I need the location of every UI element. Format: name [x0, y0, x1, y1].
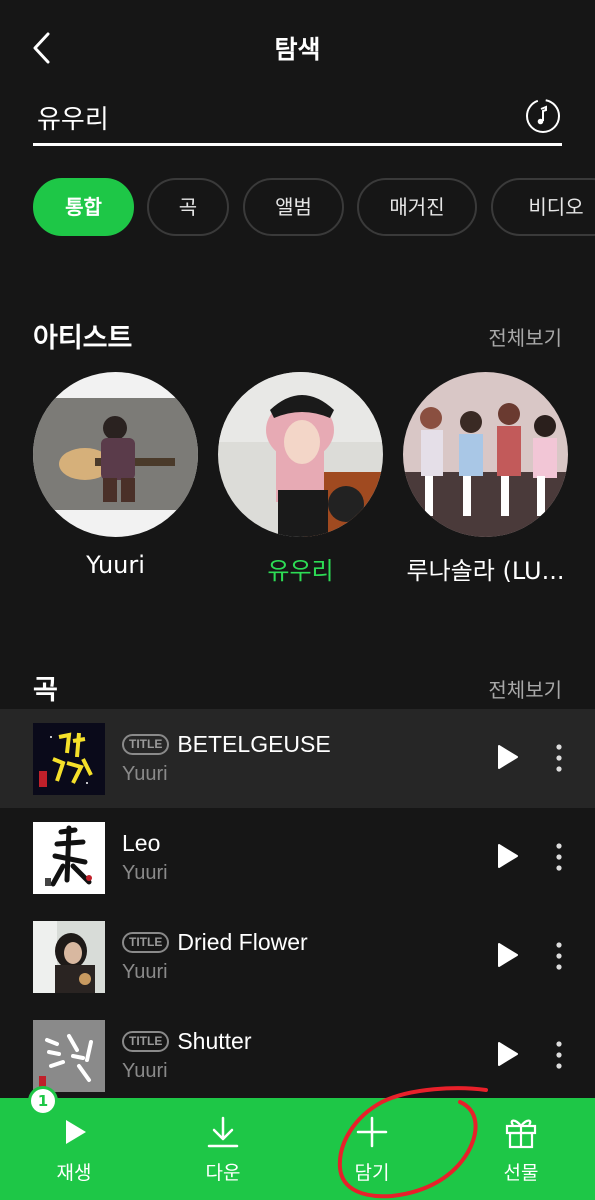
- search-bar: [33, 96, 562, 146]
- song-title: Leo: [122, 830, 161, 856]
- album-art: [33, 921, 105, 993]
- album-art: [33, 723, 105, 795]
- artist-name: 유우리: [267, 557, 334, 585]
- more-options-button[interactable]: [550, 1040, 568, 1070]
- artist-avatar: [403, 372, 568, 537]
- song-row[interactable]: TITLE Dried Flower Yuuri: [0, 907, 595, 1006]
- download-button[interactable]: 다운: [149, 1098, 297, 1200]
- play-button[interactable]: [496, 743, 520, 771]
- play-icon: [498, 943, 518, 967]
- song-title-line: TITLE BETELGEUSE: [122, 731, 331, 759]
- music-recognition-button[interactable]: [524, 97, 562, 135]
- header: 탐색: [0, 0, 595, 95]
- plus-icon: [356, 1116, 388, 1148]
- gift-icon: [505, 1119, 537, 1149]
- artists-section-title: 아티스트: [33, 323, 133, 354]
- artists-see-all-link[interactable]: 전체보기: [488, 322, 562, 351]
- song-artist: Yuuri: [122, 961, 168, 983]
- song-artist: Yuuri: [122, 1060, 168, 1082]
- bottom-bar-label: 선물: [503, 1162, 539, 1184]
- bottom-bar-label: 담기: [354, 1162, 390, 1184]
- bottom-action-bar: 재생 다운 담기 선물: [0, 1098, 595, 1200]
- song-artist: Yuuri: [122, 862, 168, 884]
- songs-see-all-link[interactable]: 전체보기: [488, 674, 562, 703]
- chip-all[interactable]: 통합: [33, 178, 134, 236]
- play-button[interactable]: [496, 1040, 520, 1068]
- gift-button[interactable]: 선물: [447, 1098, 595, 1200]
- artist-avatar: [218, 372, 383, 537]
- chip-video[interactable]: 비디오: [491, 178, 595, 236]
- song-row[interactable]: Leo Yuuri: [0, 808, 595, 907]
- bottom-bar-label: 다운: [205, 1162, 241, 1184]
- play-all-button[interactable]: 재생: [0, 1098, 148, 1200]
- artist-card-lunarsolar[interactable]: 루나솔라 (LU...: [403, 372, 568, 586]
- song-title: Shutter: [177, 1028, 252, 1054]
- title-badge: TITLE: [122, 932, 170, 953]
- more-options-button[interactable]: [550, 743, 568, 773]
- artist-card-yuuri[interactable]: Yuuri: [33, 372, 198, 579]
- artist-name: Yuuri: [86, 551, 145, 579]
- artist-name: 루나솔라 (LU...: [406, 557, 565, 585]
- selection-count-badge: 1: [28, 1086, 58, 1116]
- album-art: [33, 1020, 105, 1092]
- more-vertical-icon: [556, 744, 562, 772]
- song-title: Dried Flower: [177, 929, 308, 955]
- chip-songs[interactable]: 곡: [147, 178, 229, 236]
- artist-card-yuuri-kr[interactable]: 유우리: [218, 372, 383, 586]
- more-vertical-icon: [556, 1041, 562, 1069]
- chip-magazine[interactable]: 매거진: [357, 178, 477, 236]
- song-row[interactable]: TITLE BETELGEUSE Yuuri: [0, 709, 595, 808]
- bottom-bar-label: 재생: [56, 1162, 92, 1184]
- title-badge: TITLE: [122, 1031, 170, 1052]
- song-title: BETELGEUSE: [177, 731, 331, 757]
- song-row[interactable]: TITLE Shutter Yuuri: [0, 1006, 595, 1105]
- more-options-button[interactable]: [550, 941, 568, 971]
- artist-avatar: [33, 372, 198, 537]
- song-artist: Yuuri: [122, 763, 168, 785]
- play-button[interactable]: [496, 842, 520, 870]
- add-to-playlist-button[interactable]: 담기: [298, 1098, 446, 1200]
- more-vertical-icon: [556, 942, 562, 970]
- filter-chips: 통합 곡 앨범 매거진 비디오: [33, 178, 595, 238]
- page-title: 탐색: [274, 35, 321, 64]
- chip-albums[interactable]: 앨범: [243, 178, 344, 236]
- song-title-line: Leo: [122, 830, 160, 858]
- album-art: [33, 822, 105, 894]
- song-title-line: TITLE Dried Flower: [122, 929, 308, 957]
- play-icon: [498, 745, 518, 769]
- music-note-icon: [526, 99, 560, 133]
- songs-section-title: 곡: [33, 675, 58, 706]
- more-options-button[interactable]: [550, 842, 568, 872]
- play-icon: [498, 844, 518, 868]
- play-icon: [66, 1120, 86, 1144]
- play-icon: [498, 1042, 518, 1066]
- song-title-line: TITLE Shutter: [122, 1028, 251, 1056]
- search-input[interactable]: [37, 96, 507, 138]
- more-vertical-icon: [556, 843, 562, 871]
- title-badge: TITLE: [122, 734, 170, 755]
- play-button[interactable]: [496, 941, 520, 969]
- download-icon: [207, 1116, 239, 1148]
